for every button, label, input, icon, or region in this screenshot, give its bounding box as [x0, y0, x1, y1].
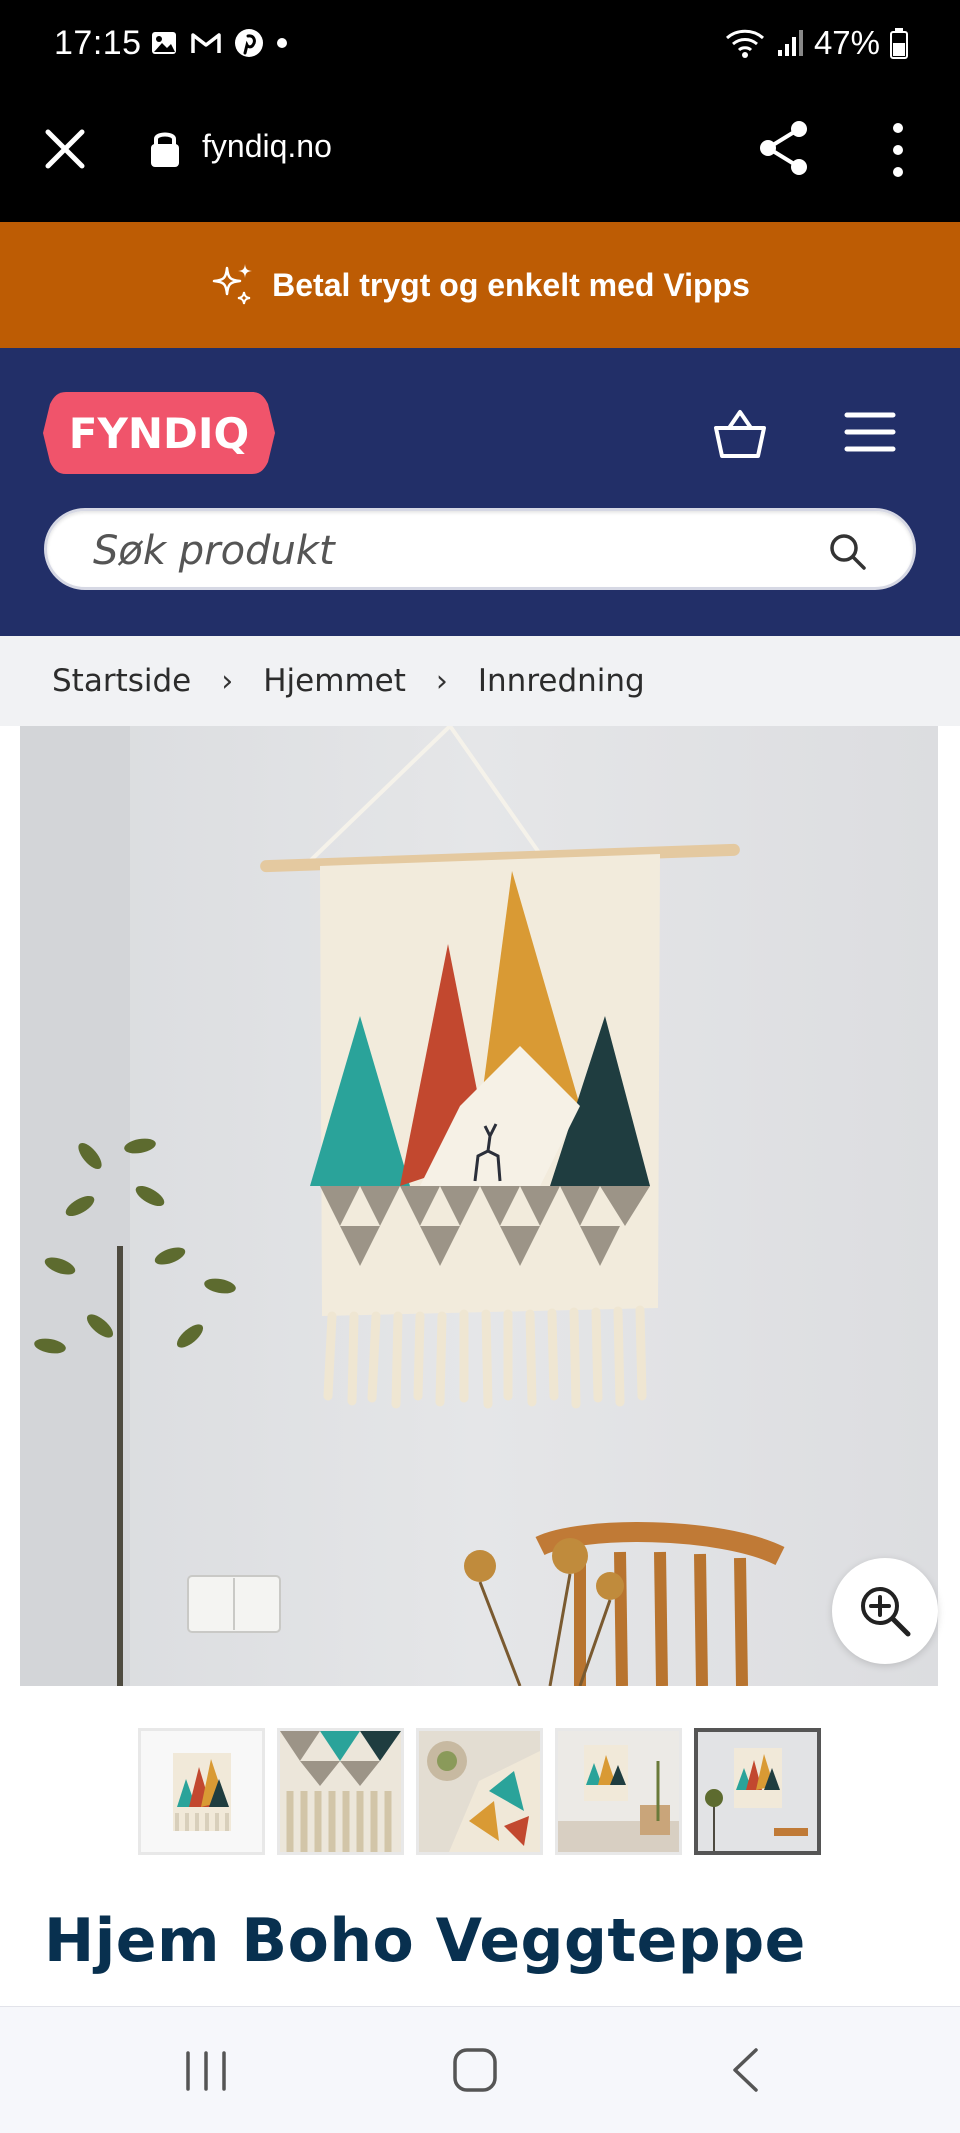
cart-basket-icon[interactable]	[712, 406, 768, 462]
thumbnail-image	[141, 1731, 262, 1852]
sparkle-icon	[212, 264, 253, 305]
battery-icon	[890, 28, 908, 59]
wall-hanging-photo	[20, 726, 938, 1686]
thumbnail-2[interactable]	[277, 1728, 404, 1855]
search-icon[interactable]	[829, 533, 867, 571]
status-time: 17:15	[54, 24, 142, 62]
signal-icon	[777, 30, 803, 56]
status-right: 47%	[724, 24, 908, 62]
fyndiq-logo[interactable]: FYNDIQ	[42, 390, 276, 476]
breadcrumb-item-innredning[interactable]: Innredning	[478, 663, 645, 699]
product-title: Hjem Boho Veggteppe	[44, 1906, 806, 1976]
product-main-image[interactable]	[20, 726, 938, 1686]
url-field[interactable]: fyndiq.no	[202, 128, 332, 165]
pinterest-notification-icon	[235, 29, 263, 57]
thumbnail-image	[280, 1731, 401, 1852]
notification-icons	[150, 28, 288, 58]
battery-percent: 47%	[813, 24, 880, 61]
thumbnail-image	[419, 1731, 540, 1852]
vipps-banner-text: Betal trygt og enkelt med Vipps	[272, 266, 750, 303]
logo-text: FYNDIQ	[69, 409, 249, 458]
browser-toolbar: fyndiq.no	[0, 92, 960, 222]
close-tab-icon[interactable]	[40, 124, 90, 174]
breadcrumb: Startside › Hjemmet › Innredning	[0, 636, 960, 726]
home-icon[interactable]	[452, 2047, 498, 2093]
breadcrumb-item-startside[interactable]: Startside	[52, 663, 191, 699]
more-options-icon[interactable]	[880, 120, 916, 180]
wifi-icon	[725, 29, 764, 58]
vipps-banner[interactable]: Betal trygt og enkelt med Vipps	[0, 222, 960, 348]
thumbnail-image	[698, 1732, 817, 1851]
chevron-right-icon: ›	[221, 663, 234, 699]
site-header: FYNDIQ	[0, 348, 960, 636]
thumbnail-4[interactable]	[555, 1728, 682, 1855]
thumbnail-3[interactable]	[416, 1728, 543, 1855]
recent-apps-icon[interactable]	[182, 2051, 230, 2091]
thumbnail-image	[558, 1731, 679, 1852]
system-navigation-bar	[0, 2006, 960, 2133]
more-notifications-dot-icon	[277, 38, 287, 48]
gallery-notification-icon	[152, 32, 176, 54]
back-icon[interactable]	[730, 2047, 760, 2093]
thumbnail-strip	[138, 1728, 821, 1855]
thumbnail-1[interactable]	[138, 1728, 265, 1855]
hamburger-menu-icon[interactable]	[844, 410, 896, 454]
lock-icon	[151, 132, 179, 167]
zoom-button[interactable]	[832, 1558, 938, 1664]
status-bar: 17:15 47%	[0, 0, 960, 92]
share-icon[interactable]	[756, 118, 812, 178]
thumbnail-5-active[interactable]	[694, 1728, 821, 1855]
gmail-notification-icon	[191, 33, 221, 53]
search-input[interactable]	[93, 523, 833, 579]
breadcrumb-item-hjemmet[interactable]: Hjemmet	[263, 663, 406, 699]
zoom-in-icon	[861, 1587, 911, 1637]
search-bar[interactable]	[44, 508, 916, 590]
chevron-right-icon: ›	[435, 663, 448, 699]
